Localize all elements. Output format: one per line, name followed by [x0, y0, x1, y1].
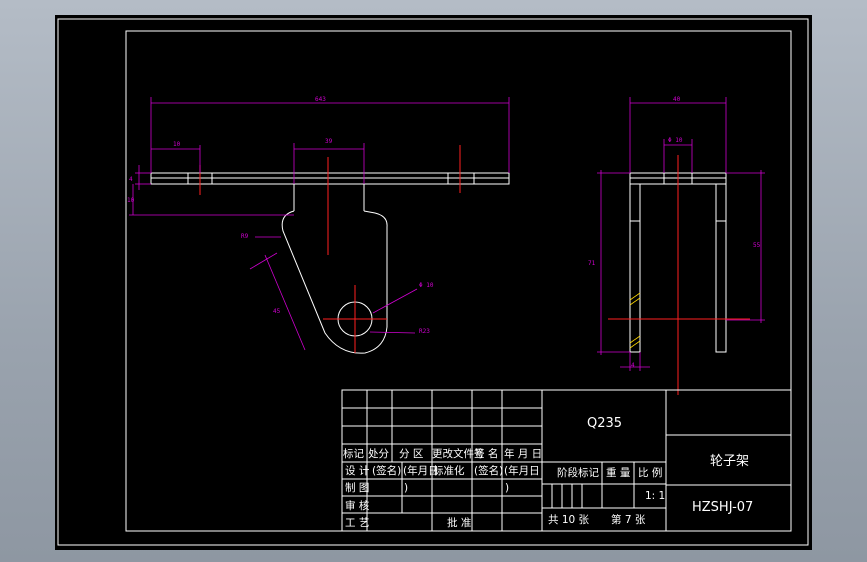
label-shenhe: 审 核 [345, 499, 370, 512]
dim-side-height-right: 55 [753, 242, 761, 249]
label-bracket1: ) [404, 482, 408, 494]
title-sheet-no: 第 7 张 [611, 513, 646, 526]
label-nianyueri3: (年月日 [504, 464, 540, 477]
label-gongyi: 工 艺 [345, 517, 369, 529]
dim-plate-thickness: 4 [129, 176, 133, 183]
label-qianming2: (签名) [372, 464, 401, 477]
dim-top-width: 39 [325, 138, 333, 145]
cad-drawing: 643 10 39 4 10 R9 45 Φ 10 R23 40 Φ 10 71… [57, 18, 809, 546]
side-centerlines [608, 155, 750, 395]
drawing-viewport[interactable]: 643 10 39 4 10 R9 45 Φ 10 R23 40 Φ 10 71… [55, 15, 812, 550]
front-view [150, 172, 510, 354]
dim-lower-radius: R23 [419, 328, 430, 335]
dim-hole-diameter: Φ 10 [419, 282, 434, 289]
side-right-leg [715, 183, 727, 353]
title-weight-label: 重 量 [606, 466, 631, 479]
label-pizhun: 批 准 [447, 516, 471, 529]
side-left-leg [629, 183, 641, 353]
label-qianming3: (签名) [474, 464, 503, 477]
front-dimensions [129, 97, 510, 351]
dim-fillet-radius: R9 [241, 233, 249, 240]
dim-step-height: 10 [127, 197, 135, 204]
label-sheji: 设 计 [345, 464, 370, 477]
dim-left-offset: 10 [173, 141, 181, 148]
label-biaoji: 标记 [343, 448, 364, 460]
dim-arm-length: 45 [273, 308, 281, 315]
title-part-name: 轮子架 [710, 454, 749, 469]
label-chufen: 处分 [368, 448, 389, 460]
label-bracket2: ) [505, 482, 509, 494]
label-zhitu: 制 图 [345, 481, 369, 494]
label-biaozhunhua: 标准化 [433, 464, 465, 477]
front-centerlines [199, 145, 461, 353]
title-drawing-number: HZSHJ-07 [692, 500, 753, 515]
title-scale-label: 比 例 [638, 466, 662, 479]
dim-side-width: 40 [673, 96, 681, 103]
title-sheet-total: 共 10 张 [548, 514, 590, 526]
title-stage-label: 阶段标记 [557, 466, 599, 479]
side-hatching [629, 292, 641, 349]
dim-overall-length: 643 [315, 96, 326, 103]
dim-side-height-left: 71 [588, 260, 596, 267]
label-qianming: 签 名 [474, 447, 498, 460]
label-fenqu: 分 区 [399, 448, 423, 460]
title-scale-value: 1: 1 [645, 490, 665, 502]
title-material: Q235 [587, 416, 622, 431]
label-nianyueri: 年 月 日 [504, 447, 542, 460]
dim-side-thickness: 4 [631, 362, 635, 369]
dim-side-hole: Φ 10 [668, 137, 683, 144]
